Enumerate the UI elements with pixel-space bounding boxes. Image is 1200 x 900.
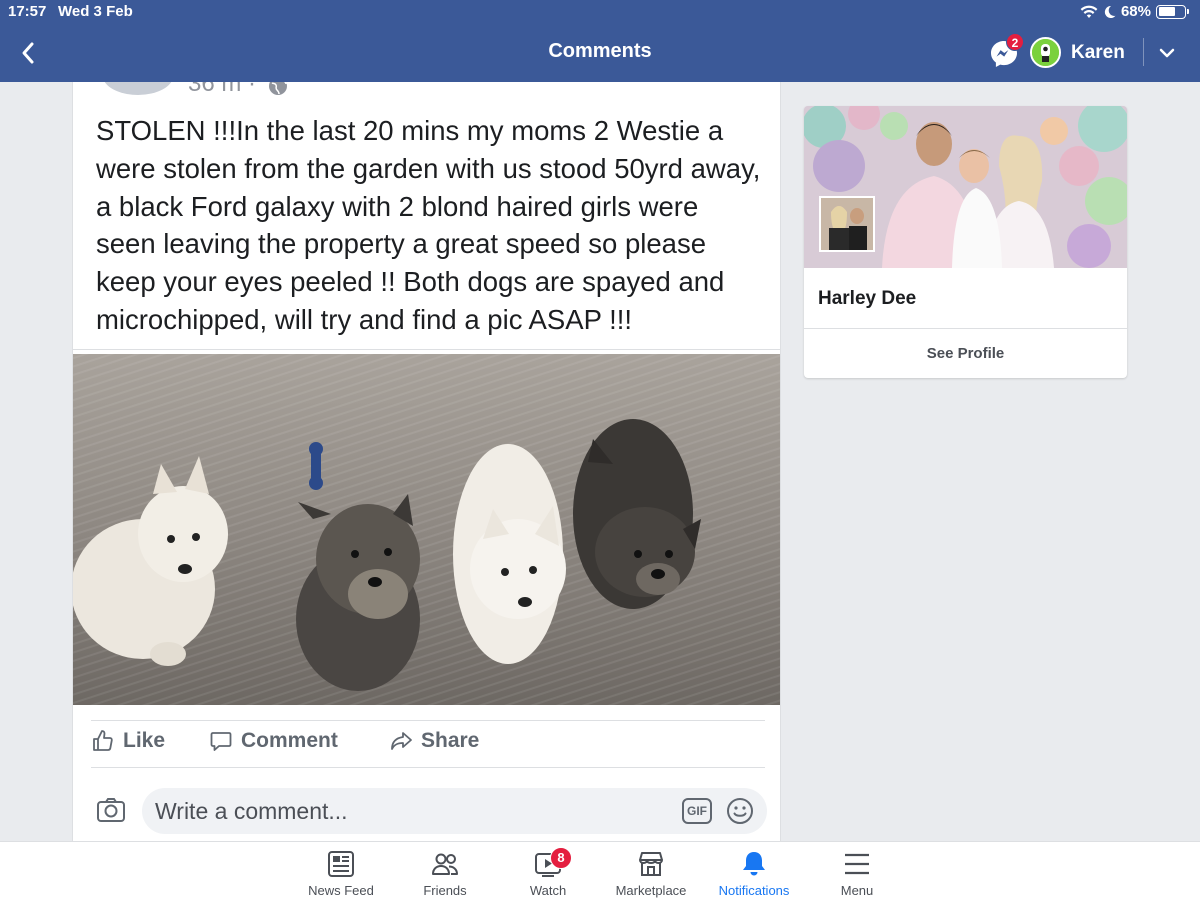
post-card: 36 m · STOLEN !!!In the last 20 mins my … (72, 82, 781, 842)
friends-icon (432, 853, 458, 875)
post-timestamp[interactable]: 36 m · (188, 82, 256, 98)
post-author-avatar[interactable] (103, 82, 173, 95)
share-arrow-icon (391, 732, 412, 750)
post-action-bar: Like Comment Share (91, 720, 765, 768)
post-body: 36 m · STOLEN !!!In the last 20 mins my … (73, 82, 780, 350)
chevron-down-icon[interactable] (1156, 42, 1178, 64)
battery-percent: 68% (1120, 3, 1151, 20)
dogs-photo-image (73, 354, 780, 705)
top-bar: 17:57 Wed 3 Feb 68% Comments 2 Karen (0, 0, 1200, 82)
tab-label: Notifications (718, 883, 790, 898)
comment-label: Comment (241, 729, 338, 752)
share-label: Share (421, 729, 480, 752)
profile-name[interactable]: Karen (1071, 42, 1125, 64)
tab-label: Marketplace (615, 883, 687, 898)
share-button[interactable]: Share (389, 729, 479, 753)
emoji-icon[interactable] (725, 796, 755, 826)
status-time: 17:57 (8, 3, 47, 20)
bottom-tab-bar: News Feed Friends 8 Watch Marketplace No… (0, 841, 1200, 900)
tab-friends[interactable]: Friends (395, 842, 495, 900)
tab-label: Watch (529, 883, 567, 898)
messenger-badge: 2 (1006, 33, 1024, 51)
tab-watch[interactable]: 8 Watch (498, 842, 598, 900)
bell-icon (743, 852, 765, 876)
post-photo[interactable] (73, 354, 780, 705)
tab-notifications[interactable]: Notifications (704, 842, 804, 900)
status-indicators: 68% (1080, 3, 1189, 20)
comment-button[interactable]: Comment (209, 729, 338, 753)
post-text: STOLEN !!!In the last 20 mins my moms 2 … (96, 115, 761, 335)
comment-bubble-icon (210, 732, 232, 751)
comment-composer: GIF (142, 788, 767, 834)
menu-icon (845, 853, 869, 875)
gif-button[interactable]: GIF (682, 798, 712, 824)
tab-marketplace[interactable]: Marketplace (601, 842, 701, 900)
nav-divider (1143, 38, 1144, 66)
marketplace-icon (639, 852, 663, 876)
profile-cover-photo[interactable] (804, 106, 1127, 268)
avatar[interactable] (1030, 37, 1061, 68)
profile-thumbnail[interactable] (819, 196, 875, 252)
status-date: Wed 3 Feb (58, 3, 133, 20)
tab-menu[interactable]: Menu (807, 842, 907, 900)
tab-label: Friends (423, 883, 467, 898)
see-profile-button[interactable]: See Profile (804, 329, 1127, 378)
comment-input[interactable] (155, 788, 665, 834)
watch-badge: 8 (550, 847, 572, 869)
globe-icon (269, 82, 287, 95)
battery-icon (1156, 4, 1189, 19)
profile-card-name[interactable]: Harley Dee (818, 288, 916, 310)
like-label: Like (123, 729, 166, 752)
tab-label: Menu (840, 883, 874, 898)
thumbs-up-icon (93, 730, 113, 751)
news-feed-icon (328, 851, 354, 877)
tab-news-feed[interactable]: News Feed (291, 842, 391, 900)
moon-icon (1104, 5, 1116, 18)
camera-icon[interactable] (95, 794, 127, 826)
profile-card: Harley Dee See Profile (804, 106, 1127, 378)
wifi-icon (1080, 5, 1098, 18)
tab-label: News Feed (308, 883, 374, 898)
like-button[interactable]: Like (91, 729, 165, 753)
